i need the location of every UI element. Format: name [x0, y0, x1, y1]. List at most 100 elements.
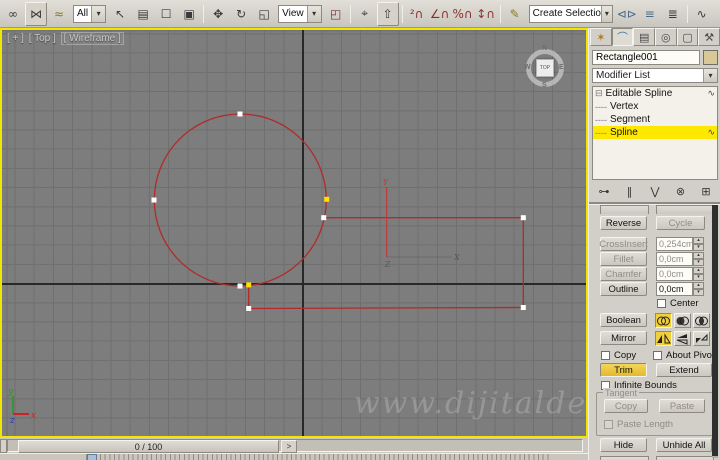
percent-snap-toggle-icon[interactable]: %∩: [452, 2, 474, 26]
modifier-list-dropdown[interactable]: Modifier List ▾: [592, 68, 718, 83]
schematic-view-icon[interactable]: ▦: [714, 2, 720, 26]
stack-row-segment[interactable]: ---- Segment: [593, 113, 717, 126]
spinner-arrows[interactable]: ▴ ▾: [693, 252, 704, 266]
viewcube[interactable]: TOP N E S W: [524, 45, 564, 89]
chevron-down-icon[interactable]: ▾: [91, 5, 106, 22]
checkbox-box[interactable]: [601, 351, 610, 360]
boolean-button[interactable]: Boolean: [600, 313, 647, 327]
select-object-icon[interactable]: ↖: [109, 2, 131, 26]
viewport-menu-label[interactable]: [ + ]: [7, 33, 24, 44]
tab-utilities[interactable]: ⚒: [698, 28, 720, 46]
stack-row-vertex[interactable]: ---- Vertex: [593, 100, 717, 113]
rect-selection-region-icon[interactable]: ☐: [155, 2, 177, 26]
stack-row-spline-selected[interactable]: ---- Spline ∿: [593, 126, 717, 139]
partial-button[interactable]: [656, 205, 714, 214]
fillet-button[interactable]: Fillet: [600, 252, 647, 266]
mirror-icon[interactable]: ⊲⊳: [616, 2, 638, 26]
object-name-field[interactable]: Rectangle001: [592, 50, 700, 65]
center-checkbox[interactable]: Center: [657, 298, 699, 309]
window-crossing-icon[interactable]: ▣: [178, 2, 200, 26]
chamfer-button[interactable]: Chamfer: [600, 267, 647, 281]
outline-spinner[interactable]: 0,0cm ▴ ▾: [656, 282, 704, 296]
paste-length-checkbox[interactable]: Paste Length: [604, 419, 673, 430]
boolean-intersect-icon[interactable]: [693, 313, 710, 328]
bind-to-spacewarp-icon[interactable]: ≈: [48, 2, 70, 26]
make-unique-icon[interactable]: ⋁: [646, 185, 664, 198]
tab-motion[interactable]: ◎: [655, 28, 677, 46]
cycle-button[interactable]: Cycle: [656, 216, 705, 230]
snaps-toggle-icon[interactable]: ²∩: [406, 2, 428, 26]
select-and-link-icon[interactable]: ∞: [2, 2, 24, 26]
select-by-name-icon[interactable]: ▤: [132, 2, 154, 26]
boolean-subtract-icon[interactable]: [674, 313, 691, 328]
boolean-union-icon[interactable]: [655, 313, 672, 328]
spinner-arrows[interactable]: ▴ ▾: [693, 267, 704, 281]
mirror-both-icon[interactable]: [693, 331, 710, 346]
next-frame-button[interactable]: >: [281, 440, 297, 453]
viewport-view-label[interactable]: [ Top ]: [29, 33, 56, 44]
viewport-shading-label[interactable]: [ Wireframe ]: [60, 32, 124, 45]
mirror-button[interactable]: Mirror: [600, 331, 647, 345]
chevron-down-icon[interactable]: ▾: [703, 69, 717, 82]
edit-named-selection-sets-icon[interactable]: ✎: [504, 2, 526, 26]
unhide-all-button[interactable]: Unhide All: [656, 438, 712, 452]
panel-scrollbar[interactable]: [712, 205, 718, 458]
remove-modifier-icon[interactable]: ⊗: [672, 185, 690, 198]
viewport-canvas[interactable]: www.dijitalders YXZyxz [ + ] [ Top ] [ W…: [2, 30, 586, 436]
tree-expand-icon[interactable]: ⊟: [595, 88, 603, 99]
angle-snap-toggle-icon[interactable]: ∠∩: [429, 2, 451, 26]
chevron-down-icon[interactable]: ▾: [306, 5, 321, 22]
select-and-rotate-icon[interactable]: ↻: [230, 2, 252, 26]
stack-row-editable-spline[interactable]: ⊟ Editable Spline ∿: [593, 87, 717, 100]
track-bar[interactable]: [0, 453, 588, 460]
pin-stack-icon[interactable]: ⊶: [595, 185, 613, 198]
tab-display[interactable]: ▢: [676, 28, 699, 46]
keyboard-override-toggle-icon[interactable]: ⇧: [376, 1, 399, 26]
partial-button[interactable]: [600, 205, 649, 214]
align-icon[interactable]: ≡: [639, 2, 661, 26]
tab-create[interactable]: ✶: [590, 28, 612, 46]
about-pivot-checkbox[interactable]: About Pivot: [653, 350, 715, 361]
show-end-result-icon[interactable]: ‖: [621, 185, 639, 198]
trim-button[interactable]: Trim: [600, 363, 647, 377]
cross-insert-spinner[interactable]: 0,254cm ▴ ▾: [656, 237, 704, 251]
mirror-vertical-icon[interactable]: [674, 331, 691, 346]
named-selection-sets-dropdown[interactable]: Create Selection Se▾: [528, 4, 613, 23]
stack-row-icon[interactable]: ∿: [707, 128, 715, 138]
unlink-selection-icon[interactable]: ⋈: [25, 1, 47, 26]
tangent-copy-button[interactable]: Copy: [604, 399, 648, 413]
select-and-manipulate-icon[interactable]: ⌖: [354, 2, 376, 26]
chevron-down-icon[interactable]: ▾: [601, 5, 612, 22]
spinner-arrows[interactable]: ▴ ▾: [693, 282, 704, 296]
reference-coordinate-dropdown[interactable]: View ▾: [278, 4, 322, 23]
time-slider-partial-button[interactable]: [0, 439, 7, 453]
cross-insert-button[interactable]: CrossInsert: [599, 237, 648, 251]
viewcube-top-face[interactable]: TOP: [536, 59, 554, 77]
checkbox-box[interactable]: [657, 299, 666, 308]
checkbox-box[interactable]: [604, 420, 613, 429]
tangent-paste-button[interactable]: Paste: [659, 399, 705, 413]
layer-manager-icon[interactable]: ≣: [662, 2, 684, 26]
spinner-arrows[interactable]: ▴ ▾: [693, 237, 704, 251]
partial-button[interactable]: [656, 456, 714, 460]
select-and-scale-icon[interactable]: ◱: [253, 2, 275, 26]
object-color-swatch[interactable]: [703, 50, 718, 65]
outline-button[interactable]: Outline: [600, 282, 647, 296]
configure-modifier-sets-icon[interactable]: ⊞: [697, 185, 715, 198]
panel-scrollbar-thumb[interactable]: [712, 205, 718, 456]
spinner-snap-toggle-icon[interactable]: ↕∩: [475, 2, 497, 26]
chamfer-spinner[interactable]: 0,0cm ▴ ▾: [656, 267, 704, 281]
time-slider-track[interactable]: 0 / 100 >: [7, 439, 583, 453]
spline-drawing[interactable]: Y X Zy x z: [2, 30, 586, 436]
fillet-spinner[interactable]: 0,0cm ▴ ▾: [656, 252, 704, 266]
use-pivot-point-center-icon[interactable]: ◰: [325, 2, 347, 26]
partial-button[interactable]: [600, 456, 649, 460]
reverse-button[interactable]: Reverse: [600, 216, 647, 230]
stack-row-icon[interactable]: ∿: [707, 89, 715, 99]
hide-button[interactable]: Hide: [600, 438, 647, 452]
copy-checkbox[interactable]: Copy: [601, 350, 636, 361]
extend-button[interactable]: Extend: [656, 363, 712, 377]
curve-editor-icon[interactable]: ∿: [691, 2, 713, 26]
track-bar-handle[interactable]: [87, 454, 97, 460]
tab-hierarchy[interactable]: ▤: [633, 28, 656, 46]
